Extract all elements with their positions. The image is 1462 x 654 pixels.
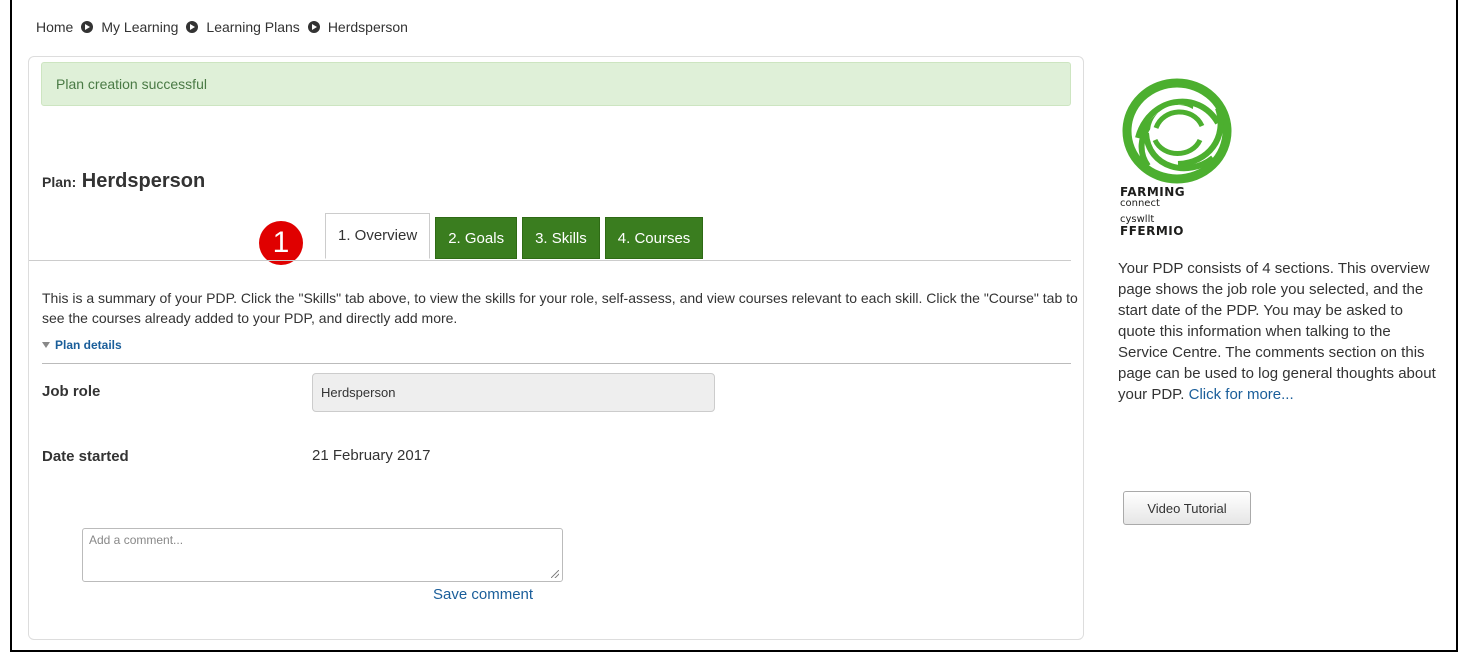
breadcrumb-current: Herdsperson [327, 19, 408, 35]
farming-connect-logo-icon [1122, 78, 1232, 184]
chevron-right-icon [186, 21, 199, 33]
click-for-more-link[interactable]: Click for more... [1189, 386, 1294, 403]
plan-tabs: 1. Overview 2. Goals 3. Skills 4. Course… [325, 213, 708, 259]
logo-text-ffermio: FFERMIO [1120, 224, 1184, 238]
caret-down-icon [42, 342, 50, 348]
help-text: Your PDP consists of 4 sections. This ov… [1118, 258, 1442, 405]
plan-details-toggle[interactable]: Plan details [42, 338, 122, 352]
breadcrumb-home[interactable]: Home [36, 19, 73, 35]
video-tutorial-button[interactable]: Video Tutorial [1123, 491, 1251, 525]
plan-name: Herdsperson [81, 170, 206, 192]
step-number-badge: 1 [259, 221, 303, 265]
details-divider [42, 363, 1071, 364]
logo-wordmark: FARMING connect cyswllt FFERMIO [1120, 186, 1240, 237]
save-comment-link[interactable]: Save comment [433, 586, 533, 603]
tab-courses[interactable]: 4. Courses [604, 217, 704, 259]
date-started-value: 21 February 2017 [312, 447, 431, 464]
plan-details-label: Plan details [55, 338, 122, 352]
date-started-label: Date started [42, 448, 129, 465]
plan-panel: Plan creation successful Plan: Herdspers… [28, 56, 1084, 640]
comment-input[interactable] [82, 528, 563, 582]
tab-divider [29, 260, 1071, 261]
summary-text: This is a summary of your PDP. Click the… [42, 290, 1078, 326]
chevron-right-icon [81, 21, 94, 33]
job-role-field: Herdsperson [312, 373, 715, 412]
chevron-right-icon [307, 21, 320, 33]
tab-goals[interactable]: 2. Goals [435, 217, 518, 259]
resize-handle-icon[interactable] [551, 570, 559, 578]
page-title: Plan: Herdsperson [42, 170, 205, 193]
plan-label: Plan: [42, 174, 77, 190]
breadcrumb-my-learning[interactable]: My Learning [101, 19, 178, 35]
success-alert: Plan creation successful [41, 62, 1071, 106]
logo-text-farming: FARMING [1120, 185, 1186, 199]
breadcrumb: Home My Learning Learning Plans Herdsper… [36, 19, 408, 35]
logo-text-connect: connect [1120, 198, 1160, 209]
tab-overview[interactable]: 1. Overview [325, 213, 431, 259]
tab-skills[interactable]: 3. Skills [522, 217, 600, 259]
help-description: Your PDP consists of 4 sections. This ov… [1118, 260, 1436, 403]
job-role-label: Job role [42, 383, 101, 400]
breadcrumb-learning-plans[interactable]: Learning Plans [206, 19, 299, 35]
